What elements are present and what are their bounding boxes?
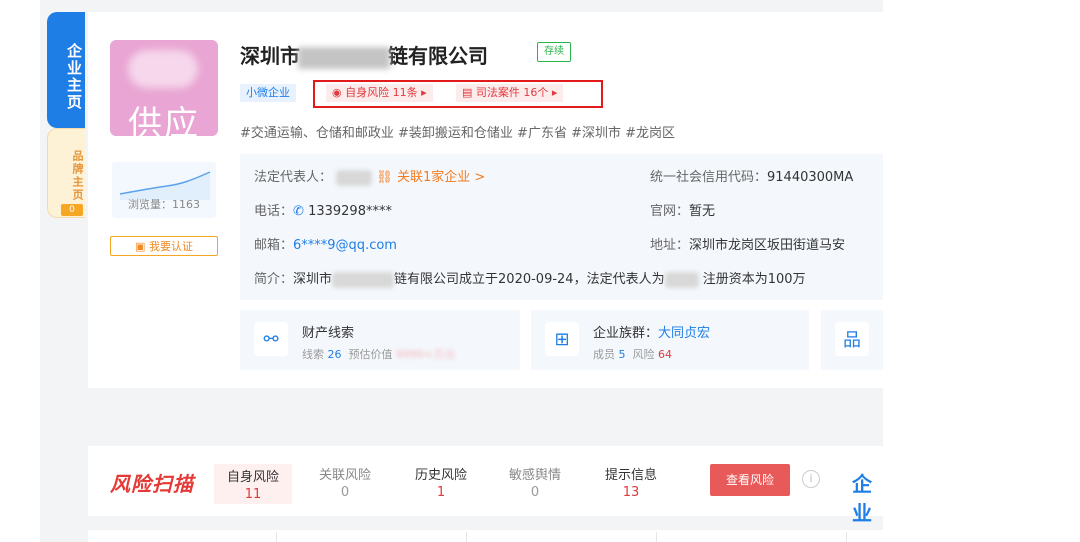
org-chart-icon: 品 [835, 322, 869, 356]
credit-code-row: 统一社会信用代码：91440300MA [650, 170, 854, 185]
network-icon: ⊞ [545, 322, 579, 356]
phone-value[interactable]: 1339298**** [308, 204, 392, 219]
document-icon: ▤ [462, 86, 473, 99]
app-window: 企业主页 品牌主页 0 供应 浏览量：1163 ▣ 我要认证 深圳市 链有限公司 … [40, 0, 883, 542]
intro-row: 简介：深圳市 链有限公司成立于2020-09-24，法定代表人为 注册资本为100… [254, 271, 806, 288]
related-companies-link[interactable]: ⛓ 关联1家企业 > [376, 170, 485, 185]
phone-row: 电话：✆ 1339298**** [254, 204, 392, 219]
name-mask [298, 46, 390, 69]
tab-self-risk[interactable]: 自身风险 11 [214, 464, 292, 504]
industry-tags: #交通运输、仓储和邮政业 #装卸搬运和仓储业 #广东省 #深圳市 #龙岗区 [240, 126, 675, 141]
tab-related-risk[interactable]: 关联风险 0 [306, 464, 384, 500]
property-clue-card[interactable]: ⚯ 财产线索 线索 26 预估价值 9999+万元 [240, 310, 520, 370]
bottom-tabs-strip [88, 530, 883, 542]
tab-history-risk[interactable]: 历史风险 1 [402, 464, 480, 500]
feature-title: 企业族群：大同贞宏 [593, 326, 711, 341]
intro-mask [332, 271, 395, 288]
org-chart-card[interactable]: 品 [821, 310, 883, 370]
group-link[interactable]: 大同贞宏 [658, 326, 710, 341]
enterprise-group-card[interactable]: ⊞ 企业族群：大同贞宏 成员 5 风险 64 [531, 310, 809, 370]
legal-case-tag[interactable]: ▤ 司法案件 16个 ▸ [456, 84, 564, 102]
certify-button[interactable]: ▣ 我要认证 [110, 236, 218, 256]
email-row: 邮箱：6****9@qq.com [254, 238, 397, 253]
info-panel: 法定代表人： ⛓ 关联1家企业 > 统一社会信用代码：91440300MA 电话… [240, 154, 883, 300]
logo-mask [128, 50, 198, 88]
feature-sub: 线索 26 预估价值 9999+万元 [302, 348, 456, 361]
logo-text: 供应 [128, 104, 200, 136]
tab-hint-info[interactable]: 提示信息 13 [592, 464, 670, 500]
company-name: 深圳市 链有限公司 [240, 44, 488, 69]
views-label: 浏览量：1163 [128, 198, 200, 211]
intro-mask-2 [664, 271, 699, 288]
tab-sensitive-news[interactable]: 敏感舆情 0 [496, 464, 574, 500]
risk-scan-title: 风险扫描 [110, 472, 194, 496]
risk-scan-bar: 风险扫描 自身风险 11 关联风险 0 历史风险 1 敏感舆情 0 提示信息 1… [88, 446, 883, 525]
company-logo: 供应 [110, 40, 218, 136]
website-row: 官网：暂无 [650, 204, 716, 219]
phone-icon: ✆ [293, 204, 304, 219]
feature-sub: 成员 5 风险 64 [593, 348, 672, 361]
link-chain-icon: ⚯ [254, 322, 288, 356]
certify-icon: ▣ [135, 240, 146, 253]
email-link[interactable]: 6****9@qq.com [293, 238, 397, 253]
views-trend: 浏览量：1163 [112, 162, 216, 218]
enterprise-tab-partial[interactable]: 企业 [852, 468, 883, 526]
brand-count-badge: 0 [61, 204, 83, 216]
legal-rep-mask [336, 169, 373, 186]
address-row: 地址：深圳市龙岗区坂田街道马安 [650, 238, 846, 253]
legal-rep-row: 法定代表人： ⛓ 关联1家企业 > [254, 169, 486, 186]
status-badge: 存续 [537, 42, 571, 62]
size-tag[interactable]: 小微企业 [240, 84, 296, 102]
shield-icon: ◉ [332, 86, 342, 99]
tab-company-home[interactable]: 企业主页 [47, 12, 85, 128]
feature-title: 财产线索 [302, 326, 355, 341]
self-risk-tag[interactable]: ◉ 自身风险 11条 ▸ [326, 84, 433, 102]
info-icon[interactable]: i [802, 470, 820, 488]
view-risk-button[interactable]: 查看风险 [710, 464, 790, 496]
